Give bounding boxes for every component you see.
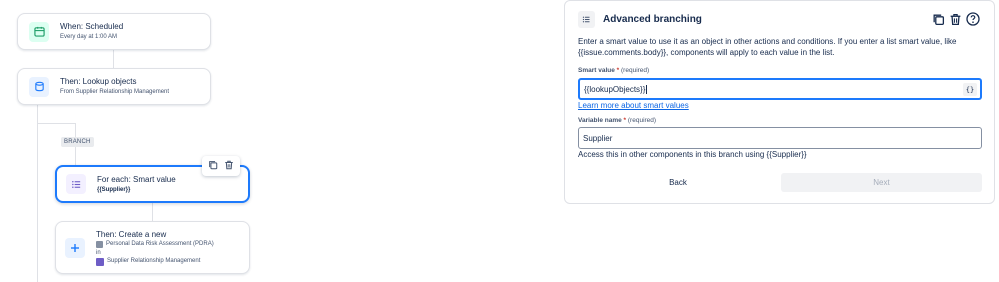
advanced-branching-panel: Advanced branching Enter a smart value t… xyxy=(564,0,995,204)
create-object-card[interactable]: Then: Create a new Personal Data Risk As… xyxy=(55,221,250,274)
back-button[interactable]: Back xyxy=(578,173,778,192)
variable-name-label: Variable name * (required) xyxy=(578,117,656,124)
trigger-card[interactable]: When: Scheduled Every day at 1:00 AM xyxy=(17,13,211,50)
panel-description: Enter a smart value to use it as an obje… xyxy=(578,37,957,57)
learn-more-link[interactable]: Learn more about smart values xyxy=(578,101,689,110)
trigger-subtitle: Every day at 1:00 AM xyxy=(60,34,118,40)
connector-line xyxy=(37,123,75,124)
list-icon xyxy=(66,174,86,194)
variable-name-helper: Access this in other components in this … xyxy=(578,150,807,159)
next-button[interactable]: Next xyxy=(781,173,982,192)
copy-icon[interactable] xyxy=(208,157,218,175)
schema-row: Supplier Relationship Management xyxy=(96,257,214,266)
trigger-title: When: Scheduled xyxy=(60,22,124,31)
create-title: Then: Create a new xyxy=(96,230,167,239)
object-type-label: Personal Data Risk Assessment (PDRA) xyxy=(106,241,214,247)
connector-line xyxy=(152,202,153,222)
in-label: in xyxy=(96,250,101,256)
required-text: (required) xyxy=(627,117,657,124)
smart-value-label-text: Smart value xyxy=(578,67,615,74)
smart-value-label: Smart value * (required) xyxy=(578,67,649,74)
required-text: (required) xyxy=(621,67,650,74)
required-mark: * xyxy=(616,67,620,74)
smart-value-insert-button[interactable]: {} xyxy=(963,83,977,96)
calendar-icon xyxy=(29,21,49,42)
list-icon xyxy=(578,11,595,28)
schema-icon xyxy=(96,257,104,266)
required-mark: * xyxy=(623,117,627,124)
for-each-subtitle: {{Supplier}} xyxy=(97,186,131,193)
lookup-title: Then: Lookup objects xyxy=(60,77,137,86)
panel-title: Advanced branching xyxy=(603,14,702,25)
variable-name-label-text: Variable name xyxy=(578,117,622,124)
card-toolbar xyxy=(202,156,240,176)
help-icon[interactable] xyxy=(966,12,980,31)
plus-icon xyxy=(65,237,85,258)
smart-value-text: {{lookupObjects}} xyxy=(584,84,646,94)
copy-icon[interactable] xyxy=(932,13,945,31)
lookup-subtitle: From Supplier Relationship Management xyxy=(60,89,170,95)
branch-tag: BRANCH xyxy=(61,137,94,147)
smart-value-input[interactable]: {{lookupObjects}} {} xyxy=(578,78,982,100)
automation-canvas: When: Scheduled Every day at 1:00 AM The… xyxy=(0,0,560,282)
connector-line xyxy=(113,49,114,69)
text-caret xyxy=(646,84,648,94)
panel-toolbar xyxy=(932,12,980,31)
database-icon xyxy=(29,76,49,97)
schema-label: Supplier Relationship Management xyxy=(107,258,201,264)
lookup-objects-card[interactable]: Then: Lookup objects From Supplier Relat… xyxy=(17,68,211,105)
object-type-icon xyxy=(96,241,103,248)
object-type-row: Personal Data Risk Assessment (PDRA) xyxy=(96,240,214,249)
trash-icon[interactable] xyxy=(949,13,962,31)
panel-header: Advanced branching xyxy=(578,11,702,28)
variable-name-input[interactable]: Supplier xyxy=(578,127,982,149)
variable-name-text: Supplier xyxy=(583,133,613,143)
trash-icon[interactable] xyxy=(224,157,234,175)
connector-line xyxy=(37,105,38,282)
for-each-title: For each: Smart value xyxy=(97,174,176,184)
